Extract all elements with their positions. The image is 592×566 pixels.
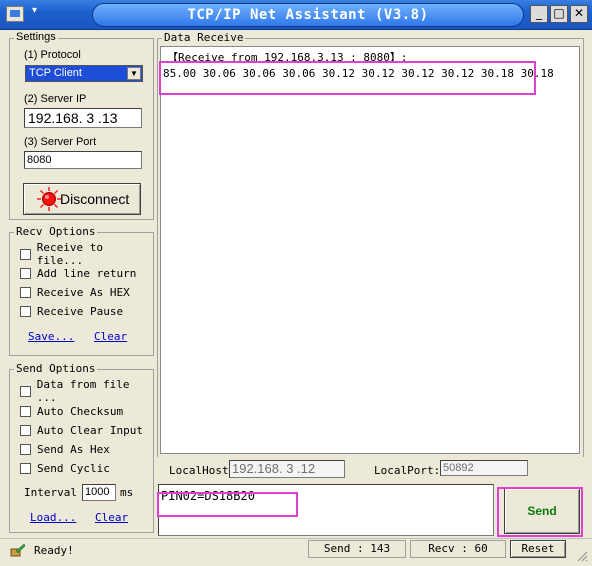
recv-count: Recv : 60 [410, 540, 506, 558]
receive-to-file-label: Receive to file... [36, 241, 104, 267]
checkbox-box[interactable] [20, 405, 31, 417]
checkbox-box[interactable] [20, 385, 31, 397]
protocol-label: (1) Protocol [24, 49, 81, 61]
protocol-value: TCP Client [29, 67, 82, 79]
send-cyclic-checkbox[interactable]: Send Cyclic [20, 461, 110, 475]
receive-data-highlight [159, 61, 536, 95]
recv-options-title: Recv Options [14, 225, 98, 238]
add-line-return-checkbox[interactable]: Add line return [20, 266, 136, 280]
server-ip-label: (2) Server IP [24, 93, 87, 105]
local-info-bar: LocalHost: 192.168. 3 .12 LocalPort: 508… [157, 457, 584, 481]
send-clear-link[interactable]: Clear [95, 511, 128, 524]
data-from-file-checkbox[interactable]: Data from file ... [20, 378, 153, 404]
send-options-group: Send Options Data from file ... Auto Che… [9, 362, 154, 533]
connection-status-icon [37, 187, 61, 211]
protocol-select[interactable]: TCP Client ▼ [25, 65, 143, 82]
settings-title: Settings [14, 31, 58, 43]
window-title: TCP/IP Net Assistant (V3.8) [92, 3, 524, 27]
disconnect-button[interactable]: Disconnect [23, 183, 141, 215]
settings-group: Settings (1) Protocol TCP Client ▼ (2) S… [9, 31, 154, 220]
minimize-button[interactable]: _ [530, 5, 548, 23]
window-menu-arrow-icon[interactable]: ▾ [32, 5, 37, 16]
send-button-highlight [497, 487, 583, 537]
network-app-icon[interactable] [6, 6, 24, 22]
localhost-label: LocalHost: [169, 464, 236, 477]
checkbox-box[interactable] [20, 424, 31, 436]
checkbox-box[interactable] [20, 267, 31, 279]
checkbox-box[interactable] [20, 286, 31, 298]
localport-label: LocalPort: [374, 464, 441, 477]
checkbox-box[interactable] [20, 305, 31, 317]
checkbox-box[interactable] [20, 443, 31, 455]
interval-field[interactable]: 1000 [82, 484, 116, 501]
data-receive-title: Data Receive [162, 31, 246, 44]
receive-to-file-checkbox[interactable]: Receive to file... [20, 241, 153, 267]
send-options-title: Send Options [14, 362, 98, 375]
receive-as-hex-label: Receive As HEX [37, 285, 130, 299]
auto-clear-input-label: Auto Clear Input [37, 423, 143, 437]
add-line-return-label: Add line return [37, 266, 137, 280]
interval-unit: ms [120, 486, 134, 499]
localport-field: 50892 [440, 460, 528, 476]
auto-clear-input-checkbox[interactable]: Auto Clear Input [20, 423, 143, 437]
localhost-field: 192.168. 3 .12 [229, 460, 345, 478]
maximize-button[interactable]: □ [550, 5, 568, 23]
receive-data-area[interactable]: 【Receive from 192.168.3.13 : 8080】: 85.0… [159, 46, 580, 454]
send-input-highlight [157, 492, 298, 517]
server-ip-field[interactable]: 192.168. 3 .13 [24, 108, 142, 128]
interval-label: Interval [24, 486, 77, 499]
auto-checksum-label: Auto Checksum [37, 404, 124, 418]
load-link[interactable]: Load... [30, 511, 76, 524]
title-bar: ▾ TCP/IP Net Assistant (V3.8) _ □ ✕ [0, 0, 592, 30]
client-area: Settings (1) Protocol TCP Client ▼ (2) S… [0, 30, 592, 566]
receive-as-hex-checkbox[interactable]: Receive As HEX [20, 285, 130, 299]
reset-button[interactable]: Reset [510, 540, 566, 558]
checkbox-box[interactable] [20, 462, 31, 474]
disconnect-label: Disconnect [60, 191, 130, 207]
auto-checksum-checkbox[interactable]: Auto Checksum [20, 404, 123, 418]
recv-clear-link[interactable]: Clear [94, 330, 127, 343]
resize-grip-icon[interactable] [576, 550, 588, 562]
send-as-hex-checkbox[interactable]: Send As Hex [20, 442, 110, 456]
server-port-label: (3) Server Port [24, 136, 97, 148]
send-count: Send : 143 [308, 540, 406, 558]
status-ready-icon [10, 543, 26, 557]
checkbox-box[interactable] [20, 248, 31, 260]
data-from-file-label: Data from file ... [36, 378, 130, 404]
receive-pause-label: Receive Pause [37, 304, 124, 318]
save-link[interactable]: Save... [28, 330, 74, 343]
receive-pause-checkbox[interactable]: Receive Pause [20, 304, 123, 318]
send-cyclic-label: Send Cyclic [37, 461, 110, 475]
recv-options-group: Recv Options Receive to file... Add line… [9, 225, 154, 356]
server-port-field[interactable]: 8080 [24, 151, 142, 169]
send-as-hex-label: Send As Hex [37, 442, 110, 456]
status-ready: Ready! [34, 544, 74, 557]
close-button[interactable]: ✕ [570, 5, 588, 23]
chevron-down-icon[interactable]: ▼ [127, 67, 141, 80]
